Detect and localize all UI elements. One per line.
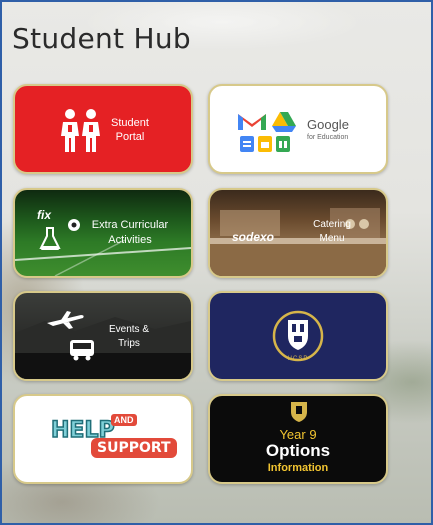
google-sub-label: for Education xyxy=(307,134,349,141)
help-support-tile[interactable]: HELP AND SUPPORT xyxy=(13,394,193,484)
student-hub-frame: Student Hub Student Portal Google for Ed… xyxy=(0,0,433,525)
google-label: Google xyxy=(307,117,349,132)
students-icon xyxy=(61,109,100,152)
options-label: Options xyxy=(265,441,331,460)
and-text: AND xyxy=(111,414,137,426)
sodexo-logo: sodexo xyxy=(232,230,275,244)
catering-menu-label: Catering Menu xyxy=(313,219,351,244)
airplane-icon xyxy=(47,311,84,329)
extra-curricular-tile[interactable]: fix Extra Curricular Activities xyxy=(13,188,193,278)
crest-text: HCSP xyxy=(287,356,309,362)
page-title: Student Hub xyxy=(12,22,191,55)
ball-icon xyxy=(68,219,80,231)
events-trips-tile[interactable]: Events & Trips xyxy=(13,291,193,381)
fix-marker: fix xyxy=(37,208,52,222)
information-label: Information xyxy=(267,462,329,474)
catering-menu-tile[interactable]: sodexo Catering Menu xyxy=(208,188,388,278)
flask-icon xyxy=(39,227,61,250)
student-portal-label: Student Portal xyxy=(111,117,149,143)
bus-icon xyxy=(70,340,94,361)
google-education-tile[interactable]: Google for Education xyxy=(208,84,388,174)
support-text: SUPPORT xyxy=(91,438,177,458)
school-shield-icon xyxy=(291,402,307,422)
events-trips-label: Events & Trips xyxy=(108,324,150,349)
year9-options-tile[interactable]: Year 9 Options Information xyxy=(208,394,388,484)
student-portal-tile[interactable]: Student Portal xyxy=(13,84,193,174)
google-apps-icon xyxy=(238,112,296,152)
extra-curricular-label: Extra Curricular Activities xyxy=(91,219,169,246)
school-crest-tile[interactable]: HCSP xyxy=(208,291,388,381)
year9-label: Year 9 xyxy=(279,427,317,442)
